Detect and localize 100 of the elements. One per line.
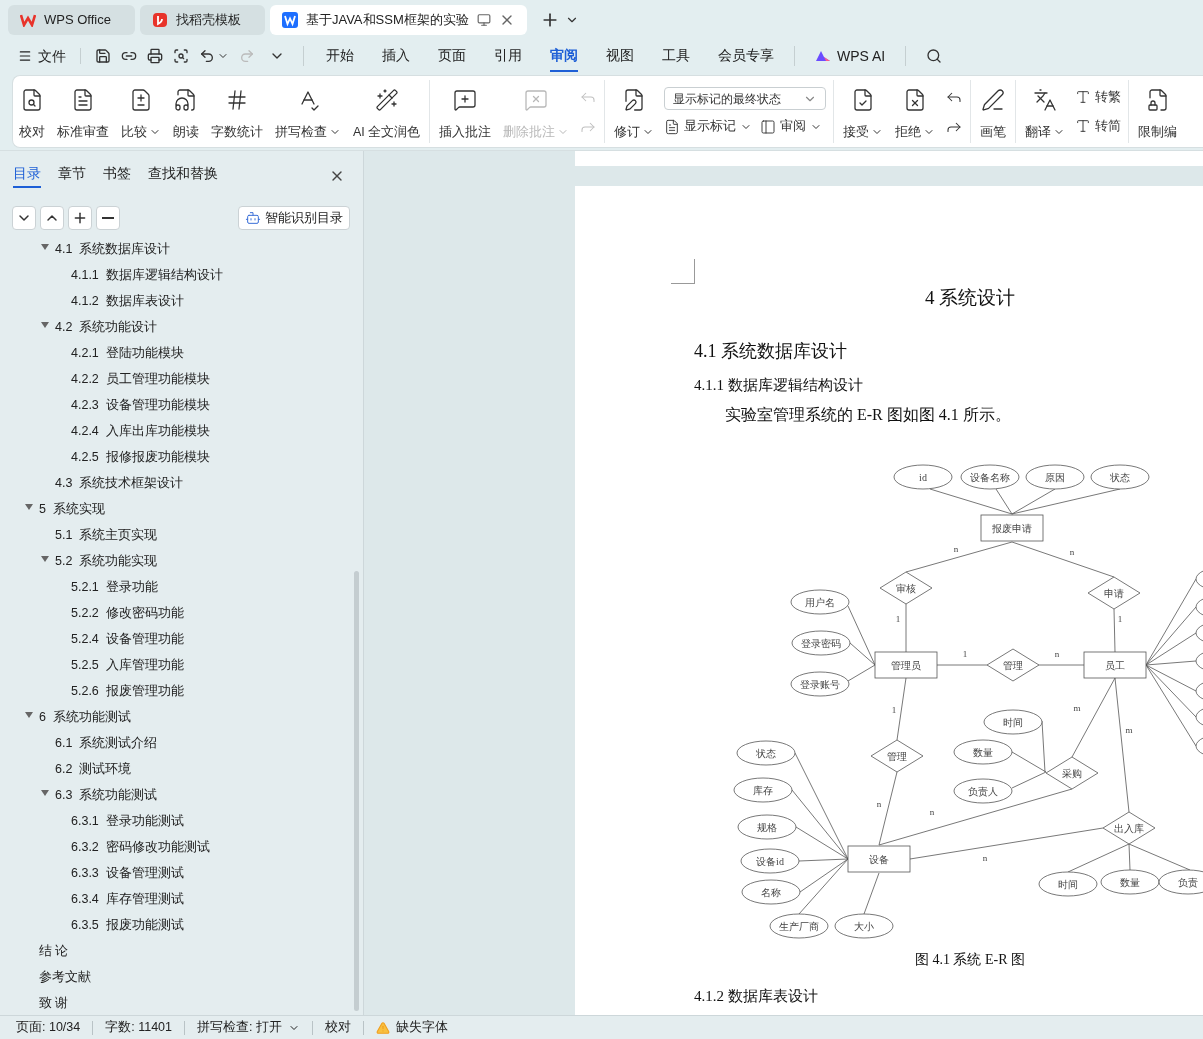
toc-item[interactable]: 4.2.4 入库出库功能模块 bbox=[71, 421, 210, 441]
toc-item[interactable]: 6.3.3 设备管理测试 bbox=[71, 863, 184, 883]
toc-item[interactable]: 6.3.2 密码修改功能测试 bbox=[71, 837, 210, 857]
collapse-all-button[interactable] bbox=[40, 206, 64, 230]
cardinality-label: n bbox=[1054, 649, 1060, 659]
toc-item[interactable]: 6.3.4 库存管理测试 bbox=[71, 889, 184, 909]
toc-item[interactable]: 4.1.2 数据库表设计 bbox=[71, 291, 184, 311]
undo-icon[interactable] bbox=[199, 48, 215, 64]
document-tab[interactable]: 基于JAVA和SSM框架的实验 bbox=[269, 5, 527, 35]
ribbon-button[interactable]: 画笔 bbox=[974, 81, 1013, 142]
toc-item[interactable]: 6.2 测试环境 bbox=[55, 759, 132, 779]
status-item[interactable]: 校对 bbox=[324, 1018, 351, 1037]
ribbon-button[interactable]: 接受 bbox=[837, 81, 890, 142]
ribbon-tab[interactable]: 插入 bbox=[382, 40, 410, 72]
file-menu[interactable]: 文件 bbox=[18, 45, 66, 67]
attribute-ellipse: 库存 bbox=[733, 777, 793, 803]
ribbon-tab[interactable]: 页面 bbox=[438, 40, 466, 72]
scrollbar-thumb[interactable] bbox=[354, 571, 359, 1011]
toc-item[interactable]: 4.1 系统数据库设计 bbox=[55, 239, 171, 259]
toc-item[interactable]: 4.2.3 设备管理功能模块 bbox=[71, 395, 210, 415]
wps-ai-button[interactable]: WPS AI bbox=[815, 45, 886, 67]
toc-item[interactable]: 5.2.1 登录功能 bbox=[71, 577, 158, 597]
toc-item[interactable]: 5 系统实现 bbox=[39, 499, 105, 519]
remove-heading-button[interactable] bbox=[96, 206, 120, 230]
toc-item[interactable]: 6.3.1 登录功能测试 bbox=[71, 811, 184, 831]
toc-item[interactable]: 6.3.5 报废功能测试 bbox=[71, 915, 184, 935]
search-icon[interactable] bbox=[926, 48, 943, 64]
toc-item[interactable]: 4.2 系统功能设计 bbox=[55, 317, 158, 337]
expand-toggle-icon[interactable] bbox=[41, 555, 49, 562]
print-preview-icon[interactable] bbox=[173, 48, 189, 64]
toc-item[interactable]: 5.2.5 入库管理功能 bbox=[71, 655, 184, 675]
ribbon-button[interactable]: 标准审查 bbox=[51, 81, 115, 142]
toc-item[interactable]: 结 论 bbox=[39, 941, 69, 961]
entity-box: 报废申请 bbox=[980, 514, 1044, 542]
toc-item[interactable]: 5.2.6 报废管理功能 bbox=[71, 681, 184, 701]
ribbon-tab[interactable]: 视图 bbox=[606, 40, 634, 72]
ribbon-tab[interactable]: 审阅 bbox=[550, 40, 578, 72]
ribbon-tab[interactable]: 引用 bbox=[494, 40, 522, 72]
status-item[interactable]: 字数: 11401 bbox=[105, 1018, 172, 1037]
proofread-icon bbox=[20, 87, 44, 112]
connector-line bbox=[905, 603, 907, 653]
toc-item[interactable]: 4.2.2 员工管理功能模块 bbox=[71, 369, 210, 389]
status-item[interactable]: 拼写检查: 打开 bbox=[197, 1018, 300, 1037]
expand-all-button[interactable] bbox=[12, 206, 36, 230]
print-icon[interactable] bbox=[147, 48, 163, 64]
add-heading-button[interactable] bbox=[68, 206, 92, 230]
save-icon[interactable] bbox=[95, 48, 111, 64]
ribbon-button[interactable]: 翻译 bbox=[1019, 81, 1072, 142]
panel-tab[interactable]: 目录 bbox=[13, 163, 41, 188]
markup-select[interactable]: 显示标记的最终状态 bbox=[664, 87, 827, 111]
toc-item[interactable]: 参考文献 bbox=[39, 967, 91, 987]
ribbon-button[interactable]: 拼写检查 bbox=[269, 81, 347, 142]
ribbon-button[interactable]: 限制编 bbox=[1132, 81, 1184, 142]
toc-item[interactable]: 6.3 系统功能测试 bbox=[55, 785, 158, 805]
toc-item[interactable]: 4.2.1 登陆功能模块 bbox=[71, 343, 184, 363]
toc-item[interactable]: 5.1 系统主页实现 bbox=[55, 525, 158, 545]
ribbon-button[interactable]: 插入批注 bbox=[433, 81, 498, 142]
expand-toggle-icon[interactable] bbox=[41, 243, 49, 250]
ribbon-button[interactable]: 修订 bbox=[608, 81, 661, 142]
ribbon-button[interactable]: 比较 bbox=[115, 81, 167, 142]
ribbon-button[interactable]: 显示标记 bbox=[664, 117, 753, 136]
toc-item[interactable]: 5.2 系统功能实现 bbox=[55, 551, 158, 571]
ribbon-button[interactable]: 拒绝 bbox=[889, 81, 942, 142]
relationship-diamond: 采购 bbox=[1045, 756, 1099, 790]
toc-item[interactable]: 致 谢 bbox=[39, 993, 69, 1013]
panel-tab[interactable]: 章节 bbox=[58, 163, 86, 188]
status-item[interactable]: 缺失字体 bbox=[375, 1018, 448, 1037]
smart-toc-button[interactable]: 智能识别目录 bbox=[238, 206, 350, 230]
status-item[interactable]: 页面: 10/34 bbox=[16, 1018, 81, 1037]
relationship-diamond: 审核 bbox=[879, 571, 933, 605]
toc-item[interactable]: 4.2.5 报修报废功能模块 bbox=[71, 447, 210, 467]
panel-tab[interactable]: 查找和替换 bbox=[148, 163, 218, 188]
cardinality-label: n bbox=[982, 853, 988, 863]
toc-item[interactable]: 6.1 系统测试介绍 bbox=[55, 733, 158, 753]
toc-item[interactable]: 6 系统功能测试 bbox=[39, 707, 131, 727]
ribbon-button[interactable]: 字数统计 bbox=[205, 81, 269, 142]
expand-toggle-icon[interactable] bbox=[25, 503, 33, 510]
section-heading: 4.1 系统数据库设计 bbox=[694, 340, 847, 362]
chapter-heading: 4 系统设计 bbox=[924, 286, 1016, 310]
ribbon-tab[interactable]: 开始 bbox=[326, 40, 354, 72]
warning-icon bbox=[375, 1020, 390, 1035]
ribbon-tab[interactable]: 会员专享 bbox=[718, 40, 774, 72]
expand-toggle-icon[interactable] bbox=[41, 321, 49, 328]
toc-item[interactable]: 5.2.2 修改密码功能 bbox=[71, 603, 184, 623]
translate-icon bbox=[1033, 87, 1058, 112]
ribbon-button[interactable]: 校对 bbox=[13, 81, 51, 142]
ribbon-button[interactable]: AI 全文润色 bbox=[347, 81, 427, 142]
document-tab[interactable]: 找稻壳模板 bbox=[139, 5, 265, 35]
ribbon-button[interactable]: 审阅 bbox=[760, 117, 823, 136]
ribbon-button[interactable]: 转简 bbox=[1075, 116, 1122, 136]
toc-item[interactable]: 4.3 系统技术框架设计 bbox=[55, 473, 184, 493]
expand-toggle-icon[interactable] bbox=[25, 711, 33, 718]
expand-toggle-icon[interactable] bbox=[41, 789, 49, 796]
document-tab[interactable]: WPS Office bbox=[8, 5, 135, 35]
toc-item[interactable]: 5.2.4 设备管理功能 bbox=[71, 629, 184, 649]
ribbon-button[interactable]: 转繁 bbox=[1075, 87, 1122, 107]
ribbon-tab[interactable]: 工具 bbox=[662, 40, 690, 72]
toc-item[interactable]: 4.1.1 数据库逻辑结构设计 bbox=[71, 265, 223, 285]
panel-tab[interactable]: 书签 bbox=[103, 163, 131, 188]
ribbon-button[interactable]: 朗读 bbox=[167, 81, 205, 142]
